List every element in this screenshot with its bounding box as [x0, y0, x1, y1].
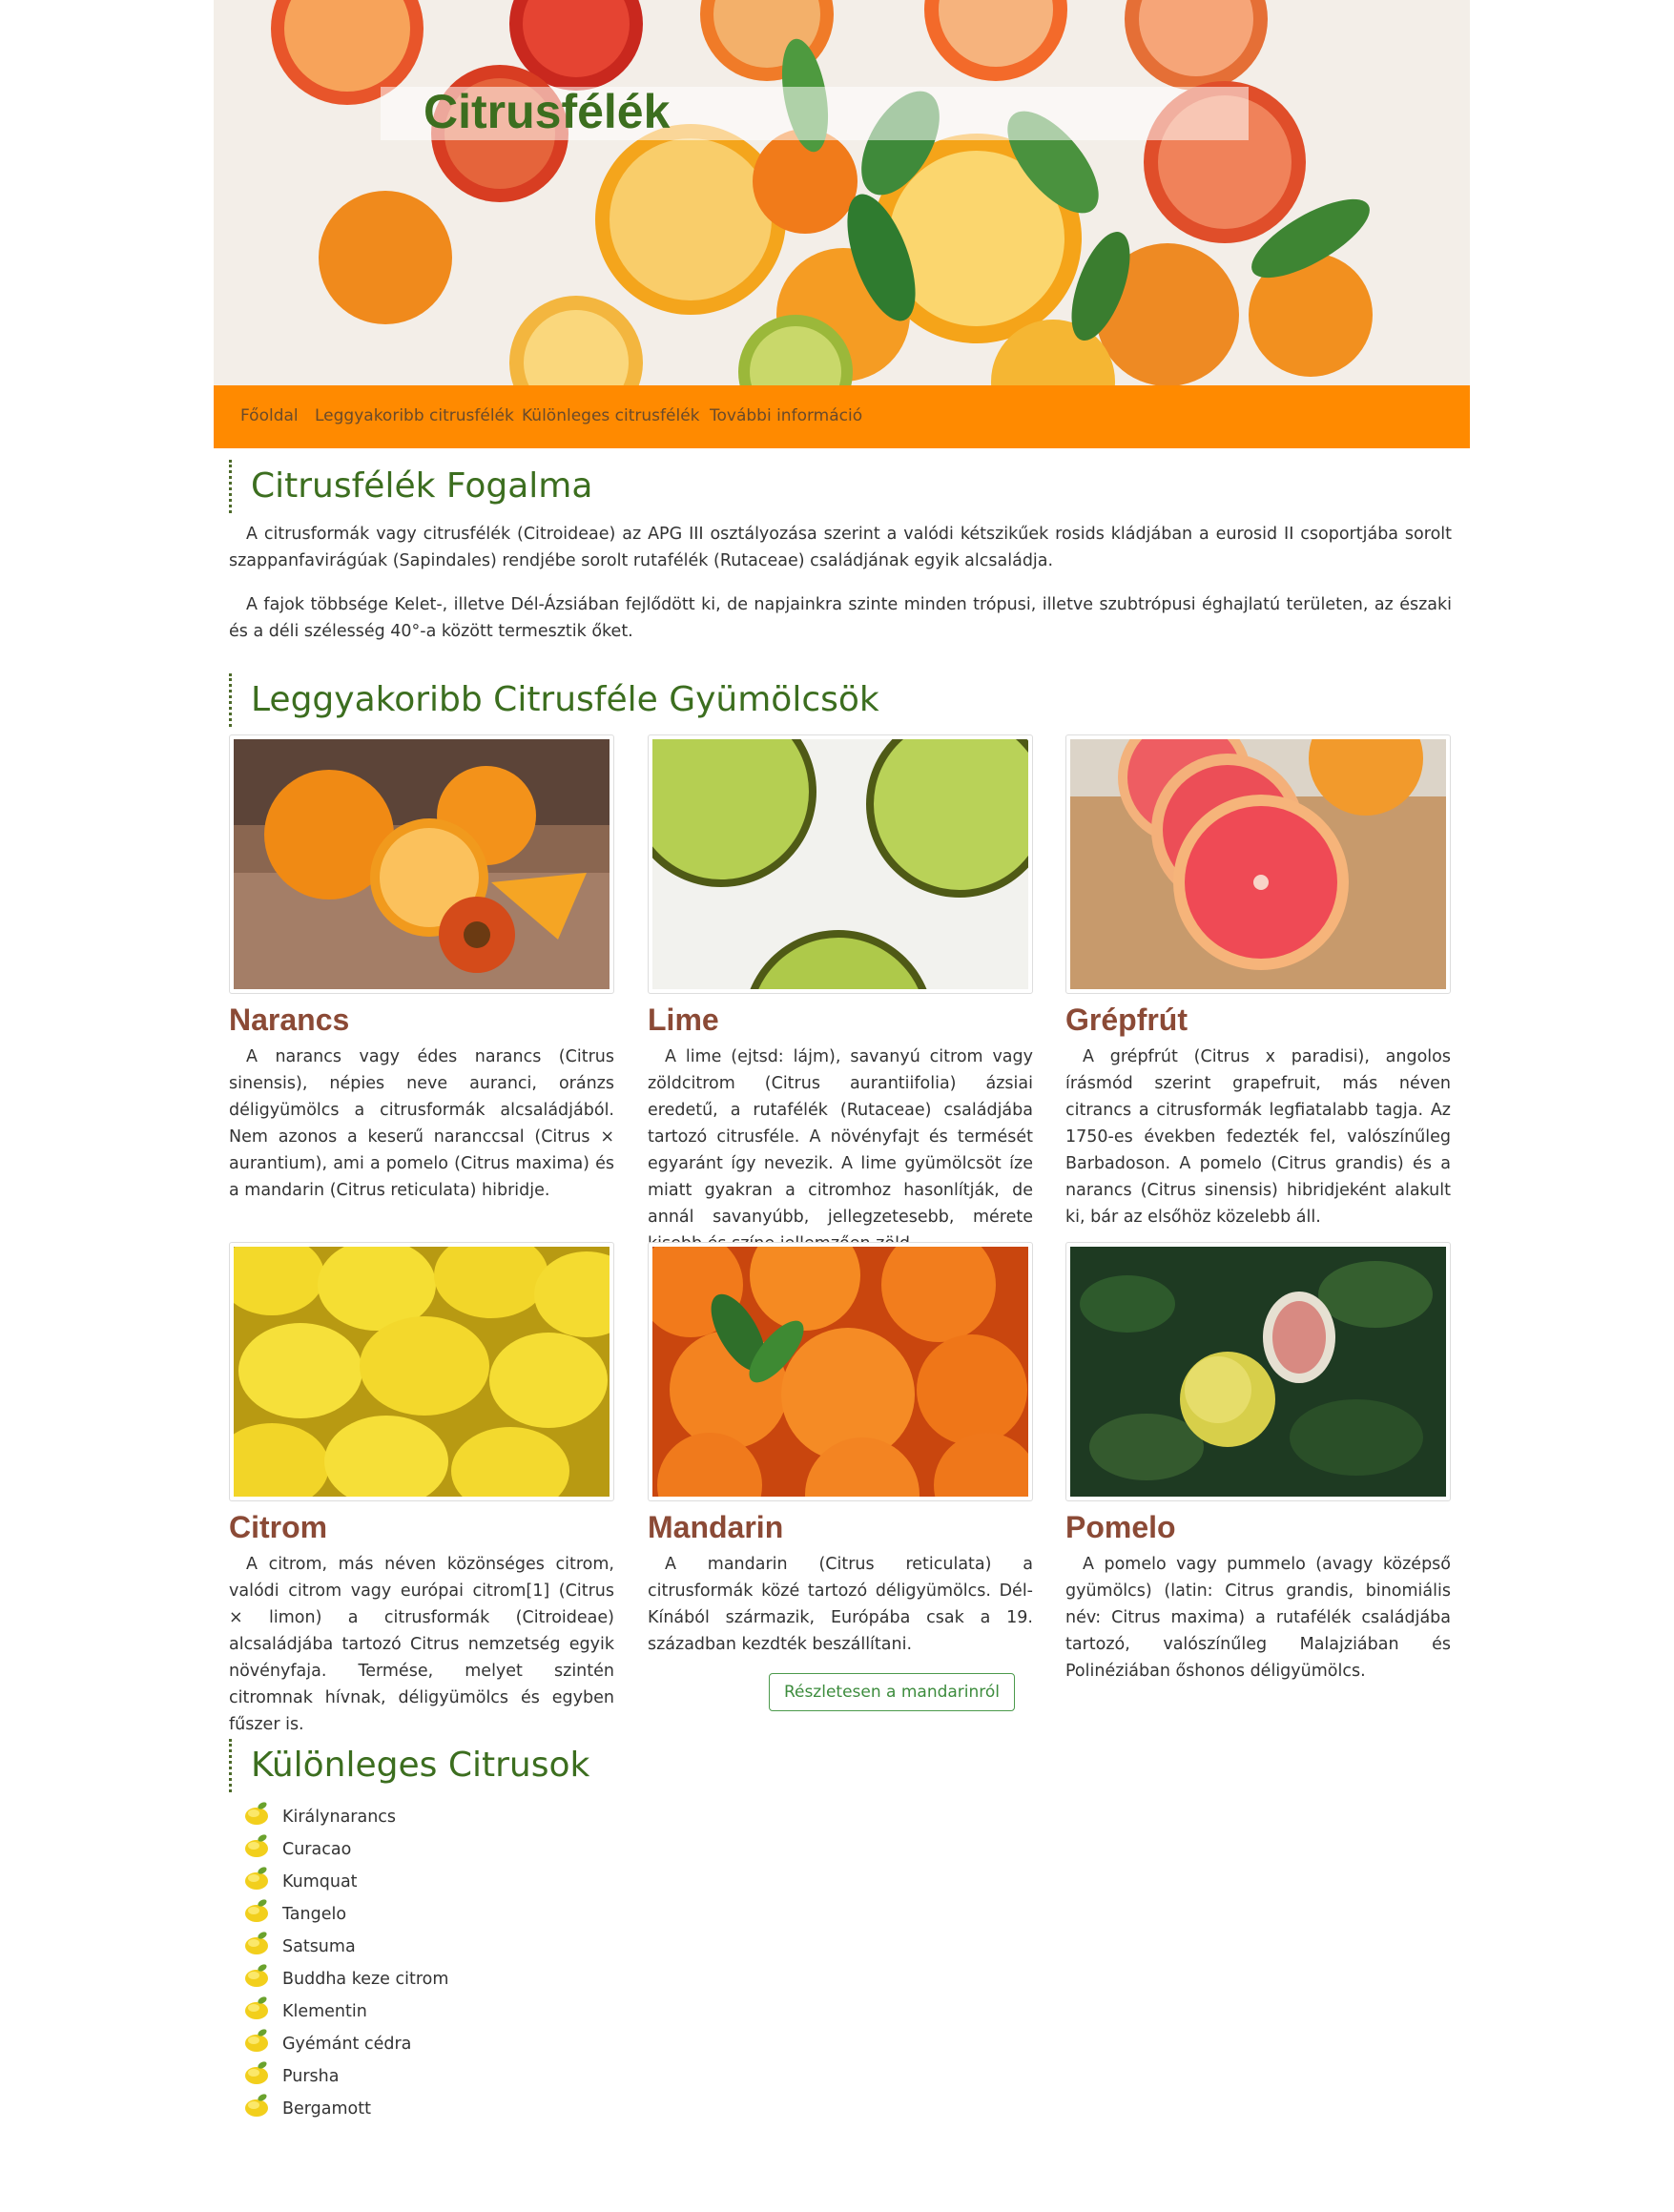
fruit-text-pomelo: A pomelo vagy pummelo (avagy középső gyü… [1065, 1555, 1451, 1681]
fruit-name-narancs: Narancs [229, 1003, 350, 1037]
fruit-card-mandarin: Mandarin A mandarin (Citrus reticulata) … [648, 1242, 1033, 1658]
fruit-card-pomelo: Pomelo A pomelo vagy pummelo (avagy közé… [1065, 1242, 1451, 1685]
list-item: Gyémánt cédra [242, 2028, 448, 2060]
special-citrus-label: Gyémánt cédra [282, 2035, 412, 2054]
special-citrus-label: Pursha [282, 2067, 340, 2086]
fruit-image-grepfrut [1065, 734, 1451, 994]
fruit-name-citrom: Citrom [229, 1510, 328, 1544]
nav-item-common-citrus[interactable]: Leggyakoribb citrusfélék [315, 406, 514, 425]
intro-paragraph-1: A citrusformák vagy citrusfélék (Citroid… [229, 525, 1452, 570]
nav-item-home[interactable]: Főoldal [240, 406, 299, 425]
special-citrus-label: Kumquat [282, 1872, 358, 1892]
nav-item-special-citrus[interactable]: Különleges citrusfélék [522, 406, 700, 425]
fruit-card-grepfrut: Grépfrút A grépfrút (Citrus x paradisi),… [1065, 734, 1451, 1230]
fruit-card-citrom: Citrom A citrom, más néven közönséges ci… [229, 1242, 614, 1738]
mandarin-details-button[interactable]: Részletesen a mandarinról [769, 1673, 1015, 1711]
fruit-text-lime: A lime (ejtsd: lájm), savanyú citrom vag… [648, 1047, 1033, 1253]
lemon-bullet-icon [245, 1867, 268, 1890]
list-item: Satsuma [242, 1931, 448, 1963]
main-nav: Főoldal Leggyakoribb citrusfélék Különle… [214, 385, 1470, 448]
lime-photo [652, 739, 1028, 989]
lemon-bullet-icon [245, 1802, 268, 1825]
fruit-text-citrom: A citrom, más néven közönséges citrom, v… [229, 1555, 614, 1734]
fruit-image-citrom [229, 1242, 614, 1501]
common-heading: Leggyakoribb Citrusféle Gyümölcsök [251, 680, 879, 719]
list-item: Bergamott [242, 2093, 448, 2125]
list-item: Klementin [242, 1995, 448, 2028]
fruit-card-lime: Lime A lime (ejtsd: lájm), savanyú citro… [648, 734, 1033, 1257]
intro-heading: Citrusfélék Fogalma [251, 466, 593, 506]
pomelo-photo [1070, 1247, 1446, 1497]
site-title: Citrusfélék [424, 85, 671, 138]
lemon-bullet-icon [245, 1996, 268, 2019]
special-citrus-label: Bergamott [282, 2099, 371, 2119]
special-citrus-label: Királynarancs [282, 1808, 397, 1827]
lemon-bullet-icon [245, 1899, 268, 1922]
page: Citrusfélék Főoldal Leggyakoribb citrusf… [214, 0, 1470, 2212]
section-heading-special: Különleges Citrusok [229, 1739, 589, 1792]
special-citrus-label: Buddha keze citrom [282, 1970, 449, 1989]
fruit-image-lime [648, 734, 1033, 994]
special-heading: Különleges Citrusok [251, 1746, 590, 1785]
list-item: Pursha [242, 2060, 448, 2093]
lemon-bullet-icon [245, 1932, 268, 1954]
fruit-text-narancs: A narancs vagy édes narancs (Citrus sine… [229, 1047, 614, 1200]
fruit-name-mandarin: Mandarin [648, 1510, 784, 1544]
lemon-photo [234, 1247, 610, 1497]
lemon-bullet-icon [245, 2061, 268, 2084]
lemon-bullet-icon [245, 2029, 268, 2052]
fruit-name-grepfrut: Grépfrút [1065, 1003, 1188, 1037]
special-citrus-label: Satsuma [282, 1937, 356, 1956]
orange-photo [234, 739, 610, 989]
fruit-image-pomelo [1065, 1242, 1451, 1501]
lemon-bullet-icon [245, 1834, 268, 1857]
fruit-card-narancs: Narancs A narancs vagy édes narancs (Cit… [229, 734, 614, 1204]
mandarin-photo [652, 1247, 1028, 1497]
list-item: Tangelo [242, 1898, 448, 1931]
citrus-banner-image [214, 0, 1470, 385]
fruit-image-narancs [229, 734, 614, 994]
lemon-bullet-icon [245, 1964, 268, 1987]
fruit-text-mandarin: A mandarin (Citrus reticulata) a citrusf… [648, 1555, 1033, 1654]
nav-item-more-info[interactable]: További információ [710, 406, 862, 425]
special-citrus-label: Klementin [282, 2002, 367, 2021]
grapefruit-photo [1070, 739, 1446, 989]
list-item: Curacao [242, 1833, 448, 1866]
special-citrus-label: Curacao [282, 1840, 352, 1859]
fruit-name-lime: Lime [648, 1003, 719, 1037]
special-citrus-label: Tangelo [282, 1905, 347, 1924]
list-item: Buddha keze citrom [242, 1963, 448, 1995]
list-item: Királynarancs [242, 1801, 448, 1833]
special-citrus-list: Királynarancs Curacao Kumquat Tangelo Satsum… [242, 1801, 448, 2125]
section-heading-intro: Citrusfélék Fogalma [229, 460, 592, 513]
intro-paragraph-2: A fajok többsége Kelet-, illetve Dél-Ázs… [229, 595, 1452, 641]
fruit-image-mandarin [648, 1242, 1033, 1501]
lemon-bullet-icon [245, 2094, 268, 2117]
fruit-text-grepfrut: A grépfrút (Citrus x paradisi), angolos … [1065, 1047, 1451, 1227]
fruit-name-pomelo: Pomelo [1065, 1510, 1176, 1544]
section-heading-common: Leggyakoribb Citrusféle Gyümölcsök [229, 673, 879, 727]
list-item: Kumquat [242, 1866, 448, 1898]
header-banner: Citrusfélék [214, 0, 1470, 385]
